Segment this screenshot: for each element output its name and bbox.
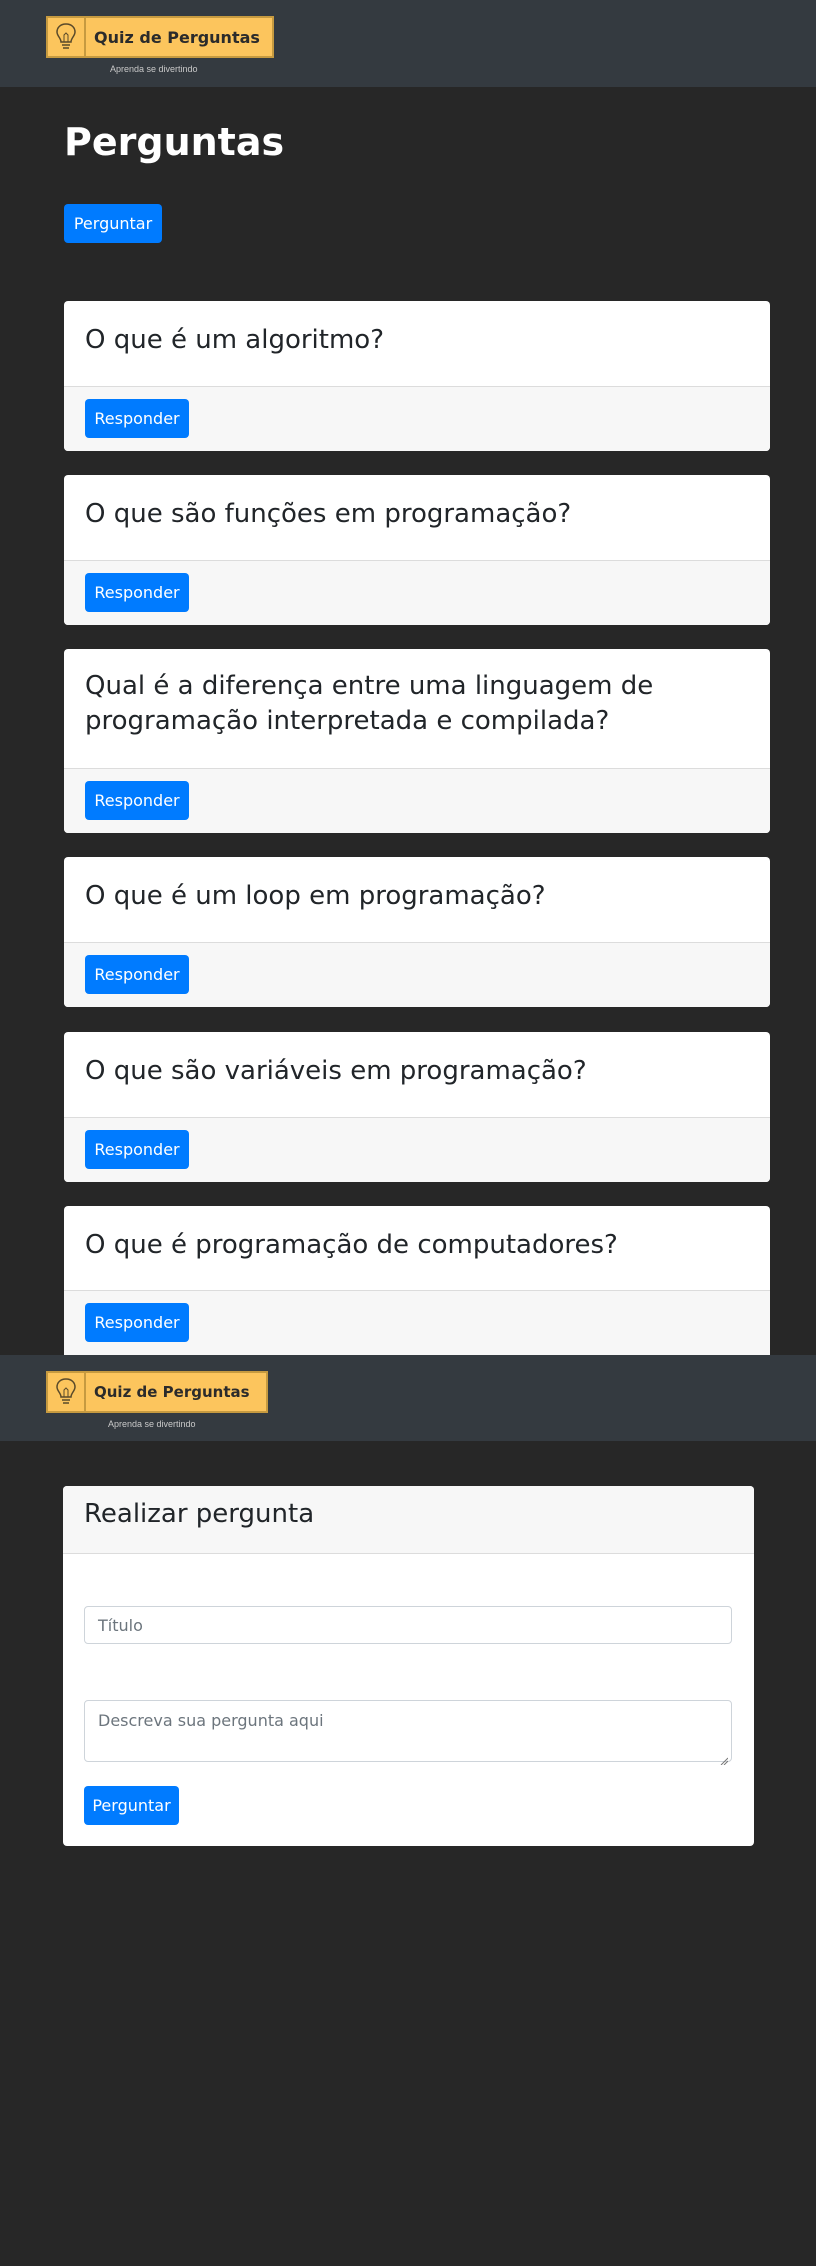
question-card: O que são funções em programação? Respon… — [64, 475, 770, 625]
submit-question-button[interactable]: Perguntar — [84, 1786, 179, 1825]
answer-button[interactable]: Responder — [85, 399, 189, 438]
answer-button[interactable]: Responder — [85, 955, 189, 994]
question-card: O que é um algoritmo? Responder — [64, 301, 770, 451]
answer-button[interactable]: Responder — [85, 1130, 189, 1169]
question-card: O que é programação de computadores? Res… — [64, 1206, 770, 1356]
question-card-footer: Responder — [64, 560, 770, 625]
logo-subtitle: Aprenda se divertindo — [108, 1419, 196, 1429]
description-placeholder: Descreva sua pergunta aqui — [98, 1711, 324, 1730]
question-title: O que é um loop em programação? — [85, 881, 546, 911]
navbar: Quiz de Perguntas Aprenda se divertindo — [0, 1355, 816, 1441]
question-title: O que são funções em programação? — [85, 499, 572, 529]
lightbulb-icon — [48, 18, 86, 56]
answer-button[interactable]: Responder — [85, 1303, 189, 1342]
question-title: O que é um algoritmo? — [85, 325, 385, 355]
lightbulb-icon — [48, 1373, 86, 1411]
question-card-footer: Responder — [64, 1117, 770, 1182]
answer-button[interactable]: Responder — [85, 781, 189, 820]
description-textarea[interactable]: Descreva sua pergunta aqui — [84, 1700, 732, 1766]
ask-question-card: Realizar pergunta Título Descreva sua pe… — [63, 1486, 754, 1846]
logo-title: Quiz de Perguntas — [94, 27, 260, 47]
answer-button[interactable]: Responder — [85, 573, 189, 612]
question-card-footer: Responder — [64, 942, 770, 1007]
question-card: O que é um loop em programação? Responde… — [64, 857, 770, 1007]
question-title: O que são variáveis em programação? — [85, 1056, 587, 1086]
resize-handle-icon[interactable] — [720, 1750, 729, 1766]
question-card-footer: Responder — [64, 386, 770, 451]
title-input[interactable]: Título — [84, 1606, 732, 1644]
question-card: O que são variáveis em programação? Resp… — [64, 1032, 770, 1182]
logo[interactable]: Quiz de Perguntas — [46, 16, 274, 58]
question-title: O que é programação de computadores? — [85, 1230, 618, 1260]
form-title: Realizar pergunta — [84, 1499, 315, 1529]
logo[interactable]: Quiz de Perguntas — [46, 1371, 268, 1413]
ask-question-button[interactable]: Perguntar — [64, 204, 162, 243]
question-card: Qual é a diferença entre uma linguagem d… — [64, 649, 770, 833]
question-title: Qual é a diferença entre uma linguagem d… — [85, 671, 654, 736]
logo-subtitle: Aprenda se divertindo — [110, 64, 198, 74]
question-card-footer: Responder — [64, 768, 770, 833]
page-title: Perguntas — [64, 120, 285, 164]
question-card-footer: Responder — [64, 1290, 770, 1356]
navbar: Quiz de Perguntas Aprenda se divertindo — [0, 0, 816, 87]
logo-title: Quiz de Perguntas — [94, 1383, 250, 1401]
form-header: Realizar pergunta — [63, 1486, 754, 1554]
